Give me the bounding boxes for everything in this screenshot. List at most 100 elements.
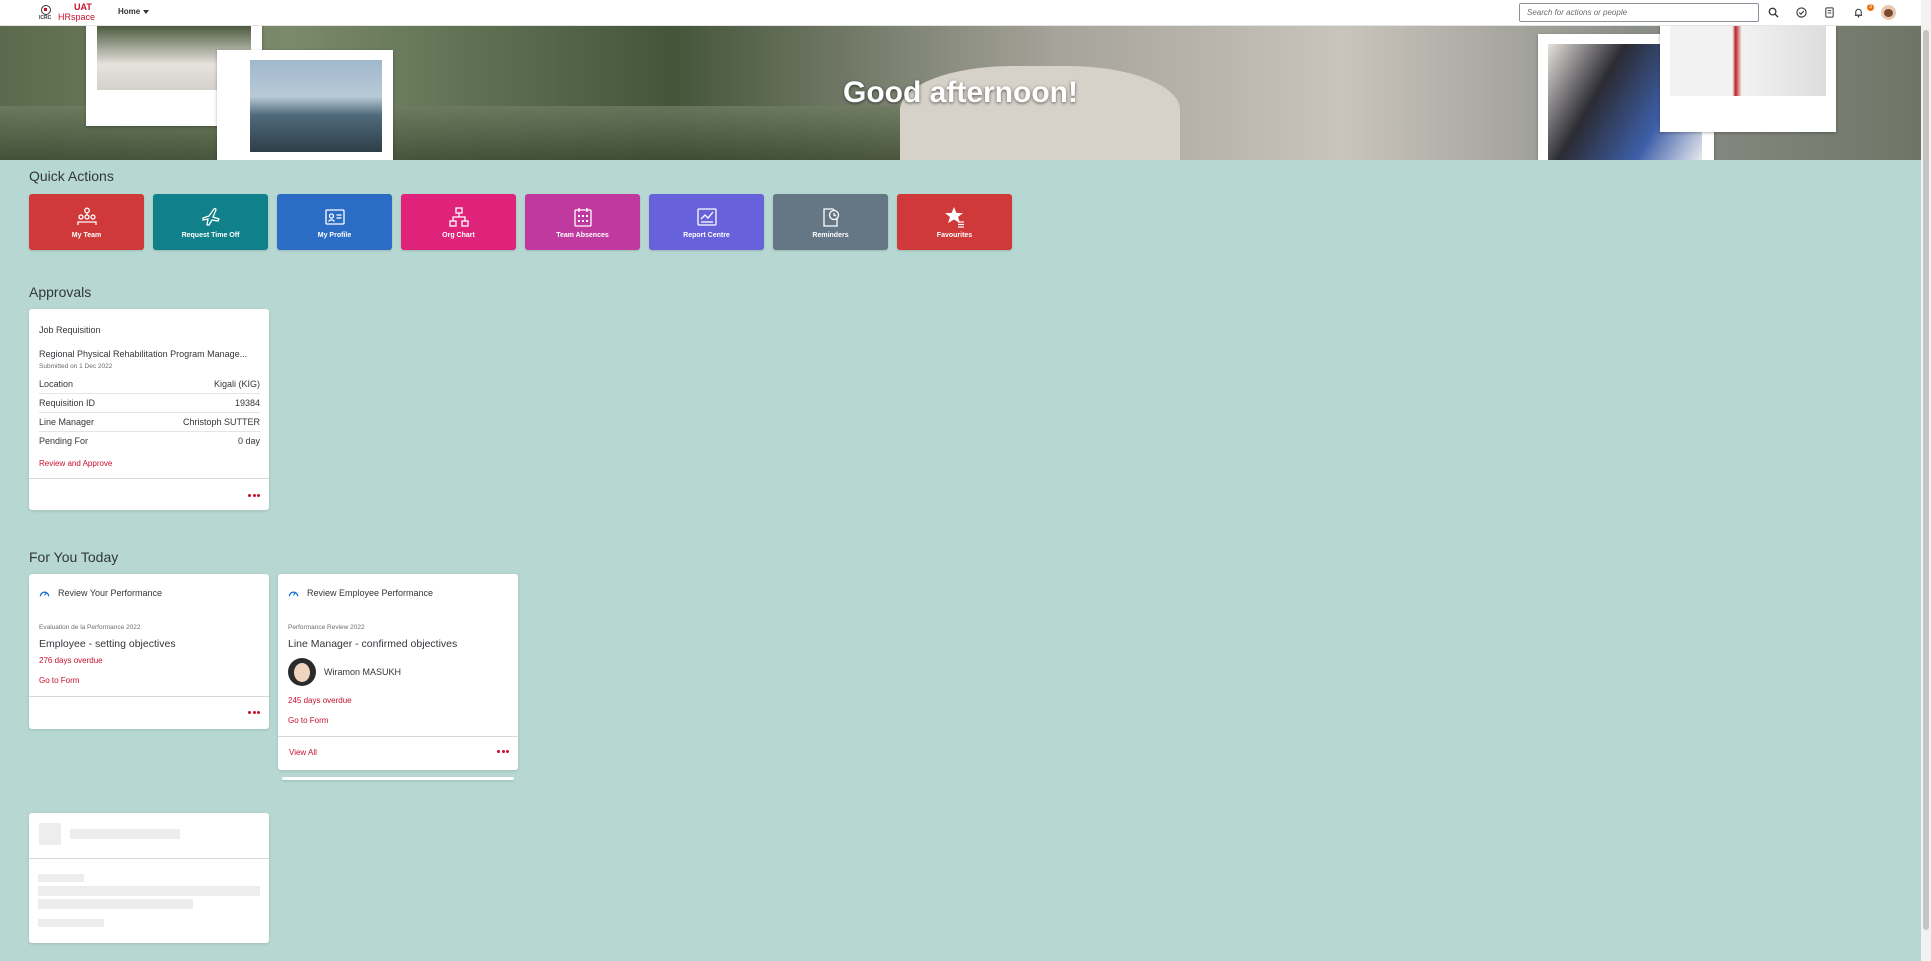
my-profile-tile[interactable]: My Profile	[277, 194, 392, 250]
hero-banner: Good afternoon!	[0, 26, 1921, 160]
review-and-approve-link[interactable]: Review and Approve	[39, 459, 112, 468]
go-to-form-link[interactable]: Go to Form	[39, 676, 79, 685]
my-team-tile[interactable]: My Team	[29, 194, 144, 250]
inbox-icon[interactable]	[1823, 6, 1836, 19]
bell-icon[interactable]	[1852, 6, 1865, 19]
detail-label: Line Manager	[39, 417, 95, 427]
requisition-details: Location Kigali (KIG) Requisition ID 19384…	[39, 375, 260, 450]
card-header: Review Employee Performance	[288, 588, 433, 599]
favourites-tile[interactable]: Favourites	[897, 194, 1012, 250]
search-icon[interactable]	[1767, 6, 1780, 19]
tile-label: Request Time Off	[181, 231, 240, 239]
detail-label: Pending For	[39, 436, 89, 446]
detail-row: Location Kigali (KIG)	[39, 375, 260, 394]
detail-label: Requisition ID	[39, 398, 96, 408]
notification-count-badge: 3	[1867, 4, 1874, 11]
tile-label: Favourites	[936, 231, 973, 239]
logo-uat-text: UAT	[74, 2, 92, 12]
go-to-form-link[interactable]: Go to Form	[288, 716, 328, 725]
tile-label: Reminders	[812, 231, 849, 239]
star-list-icon	[944, 206, 966, 228]
person-name: Wiramon MASUKH	[324, 667, 402, 677]
chevron-down-icon	[143, 9, 150, 14]
request-time-off-tile[interactable]: Request Time Off	[153, 194, 268, 250]
scrollbar-thumb[interactable]	[1923, 30, 1929, 930]
card-header-label: Review Your Performance	[58, 588, 163, 598]
detail-row: Pending For 0 day	[39, 432, 260, 450]
for-you-today-title: For You Today	[29, 549, 119, 565]
profile-card-icon	[324, 206, 346, 228]
card-type-label: Job Requisition	[39, 325, 101, 335]
skeleton-block	[39, 823, 61, 845]
more-options-icon[interactable]	[248, 711, 260, 717]
report-icon	[696, 206, 718, 228]
report-centre-tile[interactable]: Report Centre	[649, 194, 764, 250]
gauge-icon	[288, 591, 299, 597]
quick-actions-tiles: My Team Request Time Off My Profile Org …	[29, 194, 1012, 250]
overdue-status: 276 days overdue	[39, 656, 103, 665]
home-menu-label: Home	[118, 7, 141, 16]
card-header: Review Your Performance	[39, 588, 162, 599]
form-step: Line Manager - confirmed objectives	[288, 638, 458, 650]
form-step: Employee - setting objectives	[39, 638, 176, 650]
submitted-date: Submitted on 1 Dec 2022	[39, 363, 113, 370]
card-divider	[29, 858, 269, 859]
view-all-link[interactable]: View All	[289, 748, 317, 757]
detail-value: Christoph SUTTER	[182, 417, 260, 427]
approvals-title: Approvals	[29, 284, 92, 300]
detail-value: 19384	[234, 398, 260, 408]
tile-label: My Team	[71, 231, 102, 239]
review-employee-performance-card[interactable]: Review Employee Performance Performance …	[278, 574, 518, 770]
skeleton-block	[38, 886, 260, 896]
tile-label: My Profile	[317, 231, 352, 239]
logo-icrc-text: ICRC	[39, 15, 52, 21]
reminders-tile[interactable]: Reminders	[773, 194, 888, 250]
detail-row: Line Manager Christoph SUTTER	[39, 413, 260, 432]
greeting-heading: Good afternoon!	[843, 76, 1078, 109]
loading-skeleton-card	[29, 813, 269, 943]
search-input[interactable]	[1519, 3, 1759, 22]
tile-label: Report Centre	[683, 231, 730, 239]
person-avatar	[288, 658, 316, 686]
card-divider	[29, 478, 269, 479]
hrspace-logo[interactable]: ICRC UAT HRspace	[38, 2, 96, 23]
quick-actions-title: Quick Actions	[29, 168, 114, 184]
calendar-icon	[572, 206, 594, 228]
skeleton-block	[38, 919, 104, 927]
job-requisition-card[interactable]: Job Requisition Regional Physical Rehabi…	[29, 309, 269, 510]
tile-label: Org Chart	[442, 231, 475, 239]
detail-value: Kigali (KIG)	[213, 379, 260, 389]
skeleton-block	[38, 899, 193, 909]
tile-label: Team Absences	[556, 231, 609, 239]
reminder-icon	[820, 206, 842, 228]
form-name: Performance Review 2022	[288, 624, 365, 631]
form-name: Evaluation de la Performance 2022	[39, 624, 141, 631]
detail-value: 0 day	[237, 436, 260, 446]
org-chart-icon	[448, 206, 470, 228]
gauge-icon	[39, 591, 50, 597]
approvals-icon[interactable]	[1795, 6, 1808, 19]
team-absences-tile[interactable]: Team Absences	[525, 194, 640, 250]
detail-label: Location	[39, 379, 74, 389]
org-chart-tile[interactable]: Org Chart	[401, 194, 516, 250]
logo-brand-text: HRspace	[58, 12, 96, 22]
card-stack-shadow	[282, 777, 514, 780]
skeleton-block	[38, 874, 84, 882]
review-your-performance-card[interactable]: Review Your Performance Evaluation de la…	[29, 574, 269, 729]
card-header-label: Review Employee Performance	[307, 588, 434, 598]
airplane-icon	[200, 206, 222, 228]
detail-row: Requisition ID 19384	[39, 394, 260, 413]
page-scrollbar[interactable]	[1921, 0, 1931, 961]
user-avatar[interactable]	[1881, 5, 1896, 20]
skeleton-block	[70, 829, 180, 839]
more-options-icon[interactable]	[497, 750, 509, 756]
top-header-bar: ICRC UAT HRspace Home 3	[0, 0, 1921, 26]
card-divider	[29, 696, 269, 697]
home-menu-button[interactable]: Home	[118, 7, 150, 16]
card-divider	[278, 736, 518, 737]
icrc-emblem-icon	[41, 5, 51, 15]
job-title: Regional Physical Rehabilitation Program…	[39, 349, 248, 359]
team-icon	[76, 206, 98, 228]
overdue-status: 245 days overdue	[288, 696, 352, 705]
more-options-icon[interactable]	[248, 494, 260, 500]
